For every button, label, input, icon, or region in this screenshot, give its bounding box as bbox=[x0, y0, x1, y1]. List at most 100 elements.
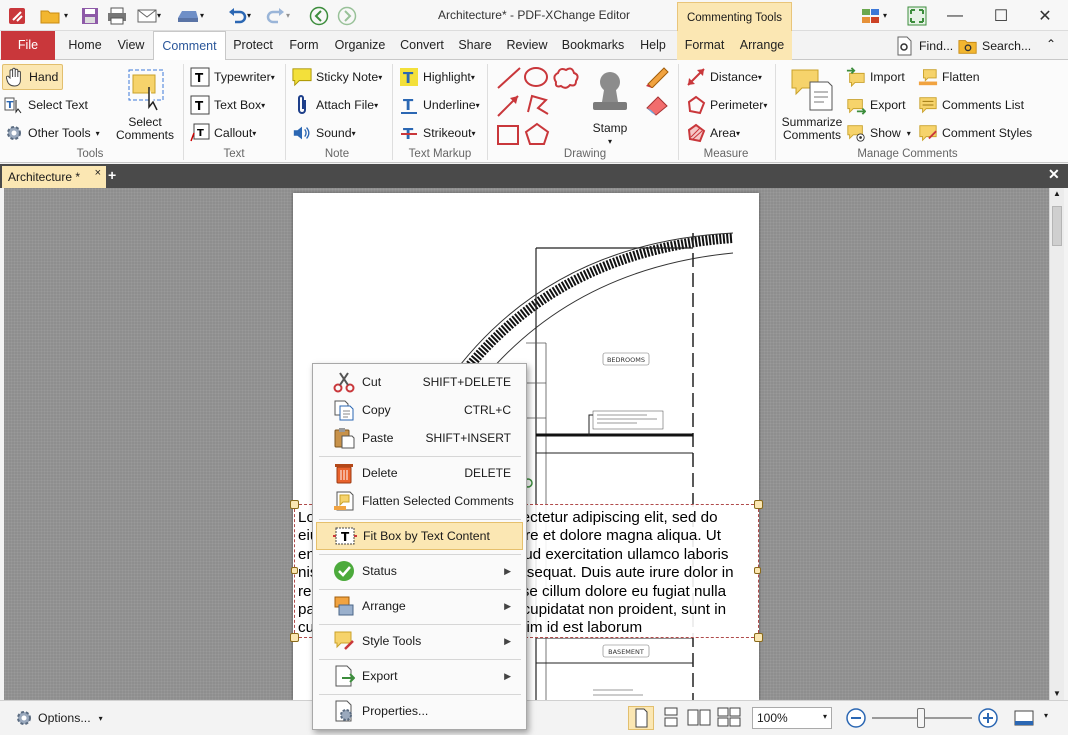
single-page-view-icon[interactable] bbox=[628, 706, 654, 730]
tab-form[interactable]: Form bbox=[281, 31, 327, 60]
tab-share[interactable]: Share bbox=[453, 31, 497, 60]
tab-file[interactable]: File bbox=[1, 31, 55, 60]
menu-item-paste[interactable]: Paste SHIFT+INSERT bbox=[316, 424, 523, 452]
menu-item-copy[interactable]: Copy CTRL+C bbox=[316, 396, 523, 424]
export-icon bbox=[846, 95, 866, 115]
collapse-ribbon-icon[interactable]: ⌃ bbox=[1046, 37, 1056, 51]
scroll-down-icon[interactable]: ▼ bbox=[1053, 689, 1061, 698]
line-tool-icon[interactable] bbox=[497, 67, 521, 89]
menu-item-fit-box-by-text-content[interactable]: T Fit Box by Text Content bbox=[316, 522, 523, 550]
menu-item-flatten-selected-comments[interactable]: Flatten Selected Comments bbox=[316, 487, 523, 515]
document-tab-architecture[interactable]: Architecture * × bbox=[2, 166, 106, 188]
tab-review[interactable]: Review bbox=[500, 31, 554, 60]
menu-item-style-tools[interactable]: Style Tools ▶ bbox=[316, 627, 523, 655]
flatten-comments-button[interactable]: Flatten bbox=[918, 66, 980, 88]
resize-handle-left[interactable] bbox=[291, 567, 298, 574]
resize-handle-bottom-right[interactable] bbox=[754, 633, 763, 642]
menu-item-cut[interactable]: Cut SHIFT+DELETE bbox=[316, 368, 523, 396]
customize-ui-icon[interactable]: ▾ bbox=[854, 4, 894, 27]
facing-view-icon[interactable] bbox=[686, 707, 712, 730]
options-button[interactable]: Options... ▾ bbox=[14, 708, 103, 728]
typewriter-button[interactable]: T Typewriter ▾ bbox=[190, 66, 275, 88]
new-tab-icon[interactable]: + bbox=[108, 167, 116, 183]
zoom-level-select[interactable]: 100% ▾ bbox=[752, 707, 832, 729]
close-document-icon[interactable]: ✕ bbox=[1048, 166, 1060, 183]
resize-handle-top-right[interactable] bbox=[754, 500, 763, 509]
resize-handle-top-left[interactable] bbox=[290, 500, 299, 509]
search-label: Search... bbox=[982, 39, 1032, 53]
select-comments-button[interactable]: Summarize Comments Select Comments bbox=[110, 64, 180, 142]
stamp-button[interactable]: Stamp ▾ bbox=[584, 64, 636, 148]
eraser-tool-icon[interactable] bbox=[644, 94, 670, 119]
group-label-text-markup: Text Markup bbox=[408, 148, 472, 160]
other-tools-button[interactable]: Other Tools ▾ bbox=[4, 122, 100, 144]
underline-button[interactable]: T Underline ▾ bbox=[399, 94, 480, 116]
tab-view[interactable]: View bbox=[110, 31, 152, 60]
menu-item-label: Delete bbox=[362, 466, 398, 480]
summarize-comments-button[interactable]: Summarize Comments bbox=[780, 64, 844, 142]
attach-file-button[interactable]: Attach File ▾ bbox=[292, 94, 378, 116]
status-bar-menu-icon[interactable]: ▾ bbox=[1044, 711, 1048, 720]
fullscreen-icon[interactable] bbox=[904, 4, 930, 27]
close-tab-icon[interactable]: × bbox=[95, 167, 101, 179]
resize-handle-right[interactable] bbox=[754, 567, 761, 574]
scrollbar-thumb[interactable] bbox=[1052, 206, 1062, 246]
scissors-icon bbox=[332, 370, 356, 394]
text-box-button[interactable]: T Text Box ▾ bbox=[190, 94, 265, 116]
zoom-in-icon[interactable] bbox=[977, 707, 999, 732]
ellipse-tool-icon[interactable] bbox=[524, 67, 548, 87]
import-comments-button[interactable]: Import bbox=[846, 66, 905, 88]
arrow-tool-icon[interactable] bbox=[497, 95, 519, 117]
comments-list-button[interactable]: Comments List bbox=[918, 94, 1024, 116]
tab-format[interactable]: Format bbox=[677, 31, 732, 60]
resize-handle-bottom-left[interactable] bbox=[290, 633, 299, 642]
tab-help[interactable]: Help bbox=[632, 31, 674, 60]
vertical-scrollbar[interactable]: ▲ ▼ bbox=[1049, 188, 1064, 700]
menu-item-export[interactable]: Export ▶ bbox=[316, 662, 523, 690]
tab-arrange[interactable]: Arrange bbox=[732, 31, 792, 60]
zoom-out-icon[interactable] bbox=[845, 707, 867, 732]
tab-comment[interactable]: Comment bbox=[153, 31, 226, 61]
close-window-button[interactable]: ✕ bbox=[1022, 0, 1068, 31]
options-gear-icon bbox=[14, 708, 34, 728]
show-comments-button[interactable]: Show ▾ bbox=[846, 122, 911, 144]
strikeout-button[interactable]: T Strikeout ▾ bbox=[399, 122, 476, 144]
export-comments-button[interactable]: Export bbox=[846, 94, 906, 116]
find-button[interactable]: Find... bbox=[895, 34, 953, 58]
perimeter-button[interactable]: Perimeter ▾ bbox=[686, 94, 767, 116]
minimize-button[interactable]: — bbox=[932, 0, 978, 31]
callout-button[interactable]: T Callout ▾ bbox=[190, 122, 256, 144]
continuous-view-icon[interactable] bbox=[660, 707, 682, 730]
panel-toggle-icon[interactable] bbox=[1014, 709, 1034, 730]
basement-label: BASEMENT bbox=[608, 648, 644, 656]
tab-organize[interactable]: Organize bbox=[330, 31, 390, 60]
area-button[interactable]: Area ▾ bbox=[686, 122, 740, 144]
select-text-button[interactable]: T Select Text bbox=[4, 94, 88, 116]
pencil-tool-icon[interactable] bbox=[644, 66, 670, 91]
zoom-slider-thumb[interactable] bbox=[917, 708, 925, 728]
polygon-tool-icon[interactable] bbox=[524, 122, 550, 145]
select-text-label: Select Text bbox=[28, 98, 88, 112]
tab-home[interactable]: Home bbox=[62, 31, 108, 60]
polyline-tool-icon[interactable] bbox=[527, 94, 549, 115]
highlight-button[interactable]: T Highlight ▾ bbox=[399, 66, 475, 88]
menu-item-delete[interactable]: Delete DELETE bbox=[316, 459, 523, 487]
distance-button[interactable]: Distance ▾ bbox=[686, 66, 762, 88]
menu-item-properties[interactable]: Properties... bbox=[316, 697, 523, 725]
maximize-button[interactable]: ☐ bbox=[978, 0, 1024, 31]
menu-item-arrange[interactable]: Arrange ▶ bbox=[316, 592, 523, 620]
continuous-facing-view-icon[interactable] bbox=[716, 707, 742, 730]
scroll-up-icon[interactable]: ▲ bbox=[1053, 189, 1061, 198]
menu-item-status[interactable]: Status ▶ bbox=[316, 557, 523, 585]
sound-button[interactable]: Sound ▾ bbox=[292, 122, 356, 144]
rectangle-tool-icon[interactable] bbox=[497, 125, 519, 145]
hand-tool-button[interactable]: Hand bbox=[2, 64, 63, 90]
cloud-tool-icon[interactable] bbox=[553, 67, 579, 89]
sticky-note-button[interactable]: Sticky Note ▾ bbox=[292, 66, 382, 88]
tab-protect[interactable]: Protect bbox=[228, 31, 278, 60]
tab-convert[interactable]: Convert bbox=[394, 31, 450, 60]
search-button[interactable]: Search... bbox=[958, 34, 1031, 58]
tab-bookmarks[interactable]: Bookmarks bbox=[557, 31, 629, 60]
comment-styles-button[interactable]: Comment Styles bbox=[918, 122, 1032, 144]
text-box-label: Text Box bbox=[214, 98, 262, 112]
